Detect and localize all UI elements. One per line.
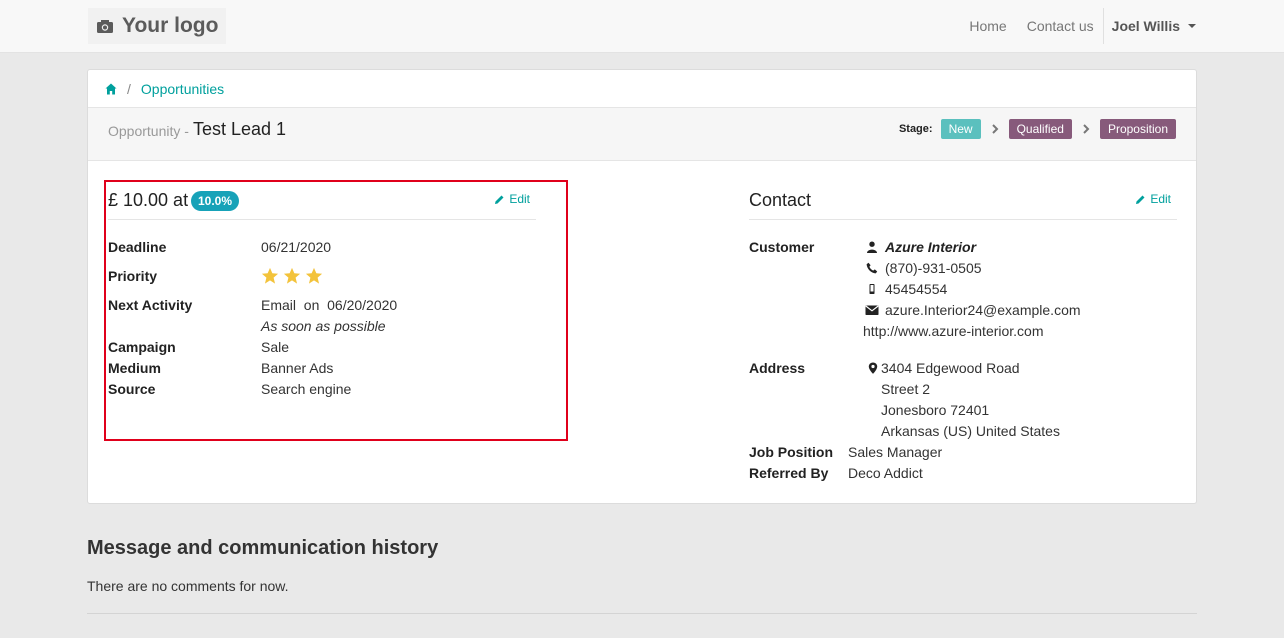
history-divider xyxy=(87,613,1197,614)
history-empty-text: There are no comments for now. xyxy=(87,578,289,594)
breadcrumb-opportunities[interactable]: Opportunities xyxy=(141,81,224,97)
edit-label: Edit xyxy=(509,192,530,206)
medium-value: Banner Ads xyxy=(261,360,334,376)
nav-home-link[interactable]: Home xyxy=(969,18,1006,34)
breadcrumb: / Opportunities xyxy=(88,70,1196,108)
star-icon xyxy=(261,267,279,284)
stage-label: Stage: xyxy=(898,123,933,135)
summary-panel: £ 10.00 at 10.0% Edit Deadline 06/21/202… xyxy=(108,179,536,397)
edit-label: Edit xyxy=(1150,192,1171,206)
deadline-value: 06/21/2020 xyxy=(261,239,332,255)
campaign-value: Sale xyxy=(261,339,290,355)
opportunity-title: Test Lead 1 xyxy=(193,119,287,139)
envelope-icon xyxy=(865,305,879,315)
next-activity-label: Next Activity xyxy=(108,297,193,313)
contact-title: Contact xyxy=(749,190,812,210)
website-value[interactable]: http://www.azure-interior.com xyxy=(863,321,1044,342)
chevron-right-icon xyxy=(991,124,998,134)
referred-by-value: Deco Addict xyxy=(848,465,923,481)
email-value[interactable]: azure.Interior24@example.com xyxy=(885,300,1081,321)
summary-edit-link[interactable]: Edit xyxy=(494,192,530,206)
chevron-right-icon xyxy=(1083,124,1090,134)
campaign-label: Campaign xyxy=(108,339,176,355)
nav-links: Home Contact us Joel Willis xyxy=(949,0,1196,52)
phone-value: (870)-931-0505 xyxy=(885,260,982,276)
next-activity-note: As soon as possible xyxy=(261,318,386,334)
contact-panel: Contact Edit Customer Azure Interior (87… xyxy=(749,179,1177,481)
stage-proposition: Proposition xyxy=(1099,119,1176,139)
priority-label: Priority xyxy=(108,268,158,284)
logo[interactable]: Your logo xyxy=(88,8,226,44)
address-line-4: Arkansas (US) United States xyxy=(881,423,1060,439)
stage-new: New xyxy=(940,119,981,139)
source-value: Search engine xyxy=(261,381,352,397)
opportunity-card: / Opportunities Opportunity - Test Lead … xyxy=(87,69,1197,504)
expected-revenue: £ 10.00 at xyxy=(108,190,189,210)
home-icon[interactable] xyxy=(105,83,117,95)
breadcrumb-separator: / xyxy=(127,80,131,97)
contact-header: Contact Edit xyxy=(749,179,1177,220)
pencil-icon xyxy=(1136,195,1145,204)
phone-icon xyxy=(866,262,878,274)
map-marker-icon xyxy=(868,362,878,374)
deadline-label: Deadline xyxy=(108,239,167,255)
address-line-3: Jonesboro 72401 xyxy=(881,402,990,418)
user-icon xyxy=(867,241,877,253)
user-name: Joel Willis xyxy=(1111,18,1180,34)
pencil-icon xyxy=(495,195,504,204)
amount-row: £ 10.00 at 10.0% Edit xyxy=(108,179,536,220)
stage-qualified: Qualified xyxy=(1008,119,1072,139)
stage-pipeline: Stage: New Qualified Proposition xyxy=(899,119,1176,139)
camera-icon xyxy=(97,20,113,33)
user-menu[interactable]: Joel Willis xyxy=(1112,18,1196,34)
mobile-icon xyxy=(869,284,875,294)
caret-down-icon xyxy=(1188,24,1196,28)
nav-contact-link[interactable]: Contact us xyxy=(1027,18,1094,34)
medium-label: Medium xyxy=(108,360,161,376)
nav-divider xyxy=(1102,8,1104,44)
star-icon xyxy=(305,267,323,284)
next-activity-value: Email on 06/20/2020 xyxy=(261,297,398,313)
priority-stars xyxy=(261,267,327,285)
job-position-value: Sales Manager xyxy=(848,444,943,460)
address-line-2: Street 2 xyxy=(881,381,931,397)
star-icon xyxy=(283,267,301,284)
history-title: Message and communication history xyxy=(87,537,439,559)
logo-text: Your logo xyxy=(122,14,219,37)
opportunity-header: Opportunity - Test Lead 1 Stage: New Qua… xyxy=(88,108,1196,161)
customer-name: Azure Interior xyxy=(885,239,977,255)
source-label: Source xyxy=(108,381,156,397)
address-line-1: 3404 Edgewood Road xyxy=(881,360,1020,376)
top-navbar: Your logo Home Contact us Joel Willis xyxy=(0,0,1284,53)
probability-badge: 10.0% xyxy=(191,191,240,211)
opportunity-type-label: Opportunity - xyxy=(108,123,189,139)
mobile-value: 45454554 xyxy=(885,281,948,297)
contact-edit-link[interactable]: Edit xyxy=(1135,192,1171,206)
